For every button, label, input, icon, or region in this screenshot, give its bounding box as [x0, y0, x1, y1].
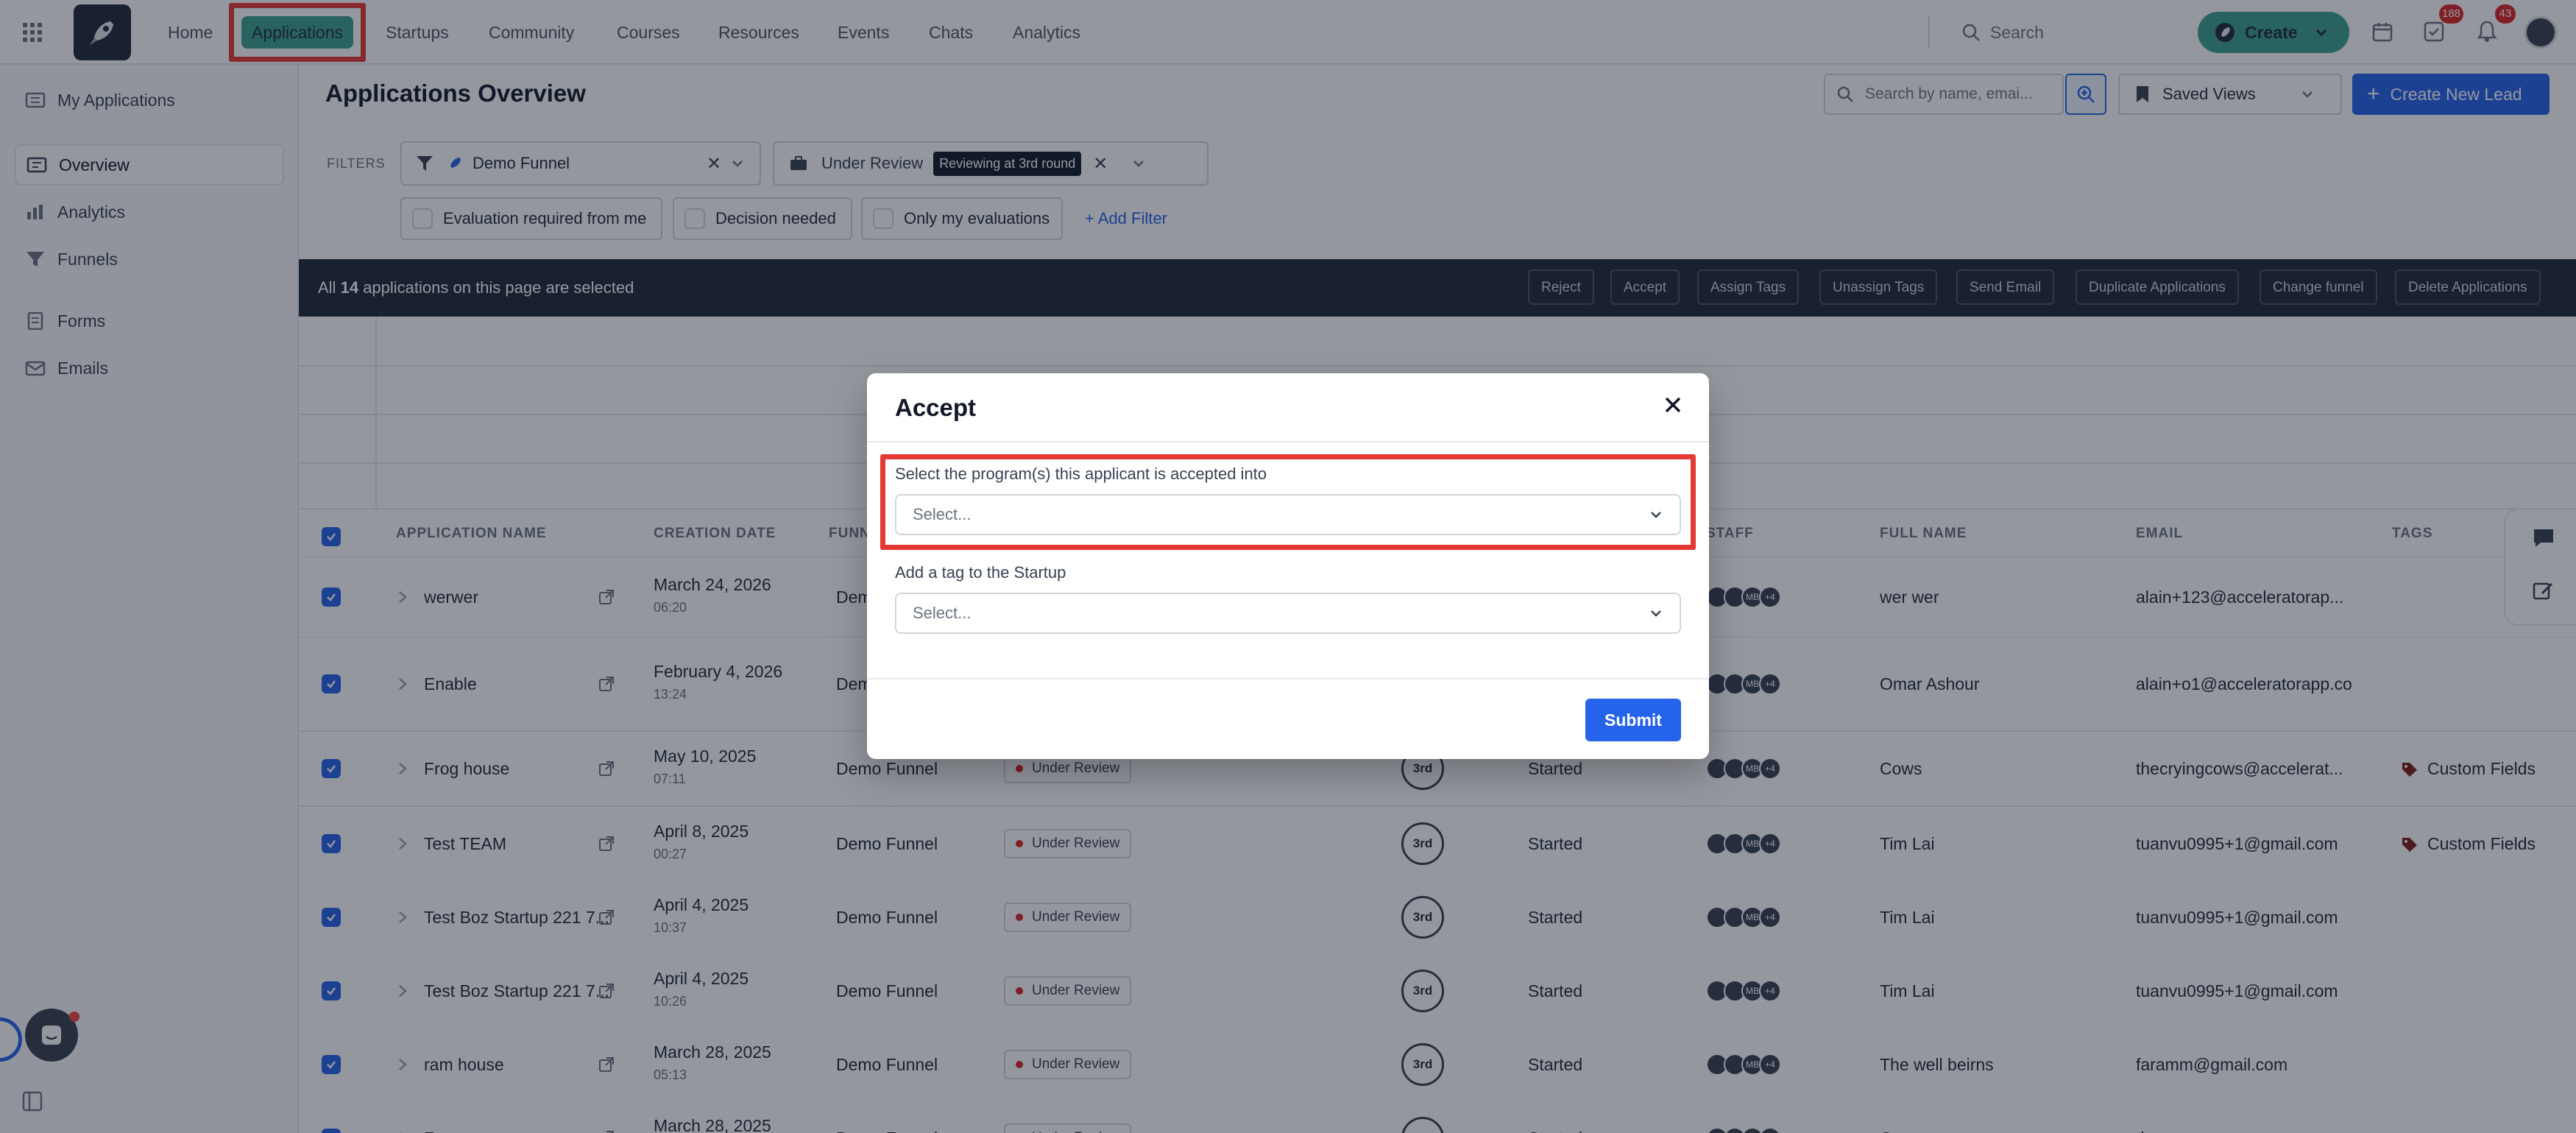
tag-select-label: Add a tag to the Startup [895, 563, 1066, 582]
modal-header-divider [867, 441, 1709, 442]
program-select[interactable]: Select... [895, 494, 1681, 535]
chevron-down-icon [1651, 512, 1661, 518]
submit-button[interactable]: Submit [1585, 699, 1681, 741]
close-icon[interactable] [1662, 394, 1684, 416]
program-select-label: Select the program(s) this applicant is … [895, 465, 1267, 483]
program-select-placeholder: Select... [913, 505, 972, 523]
accept-modal: Accept Select the program(s) this applic… [867, 373, 1709, 759]
chevron-down-icon [1651, 610, 1661, 617]
modal-footer-divider [867, 678, 1709, 680]
tag-select-placeholder: Select... [913, 604, 972, 622]
modal-title: Accept [895, 394, 977, 421]
tag-select[interactable]: Select... [895, 593, 1681, 634]
